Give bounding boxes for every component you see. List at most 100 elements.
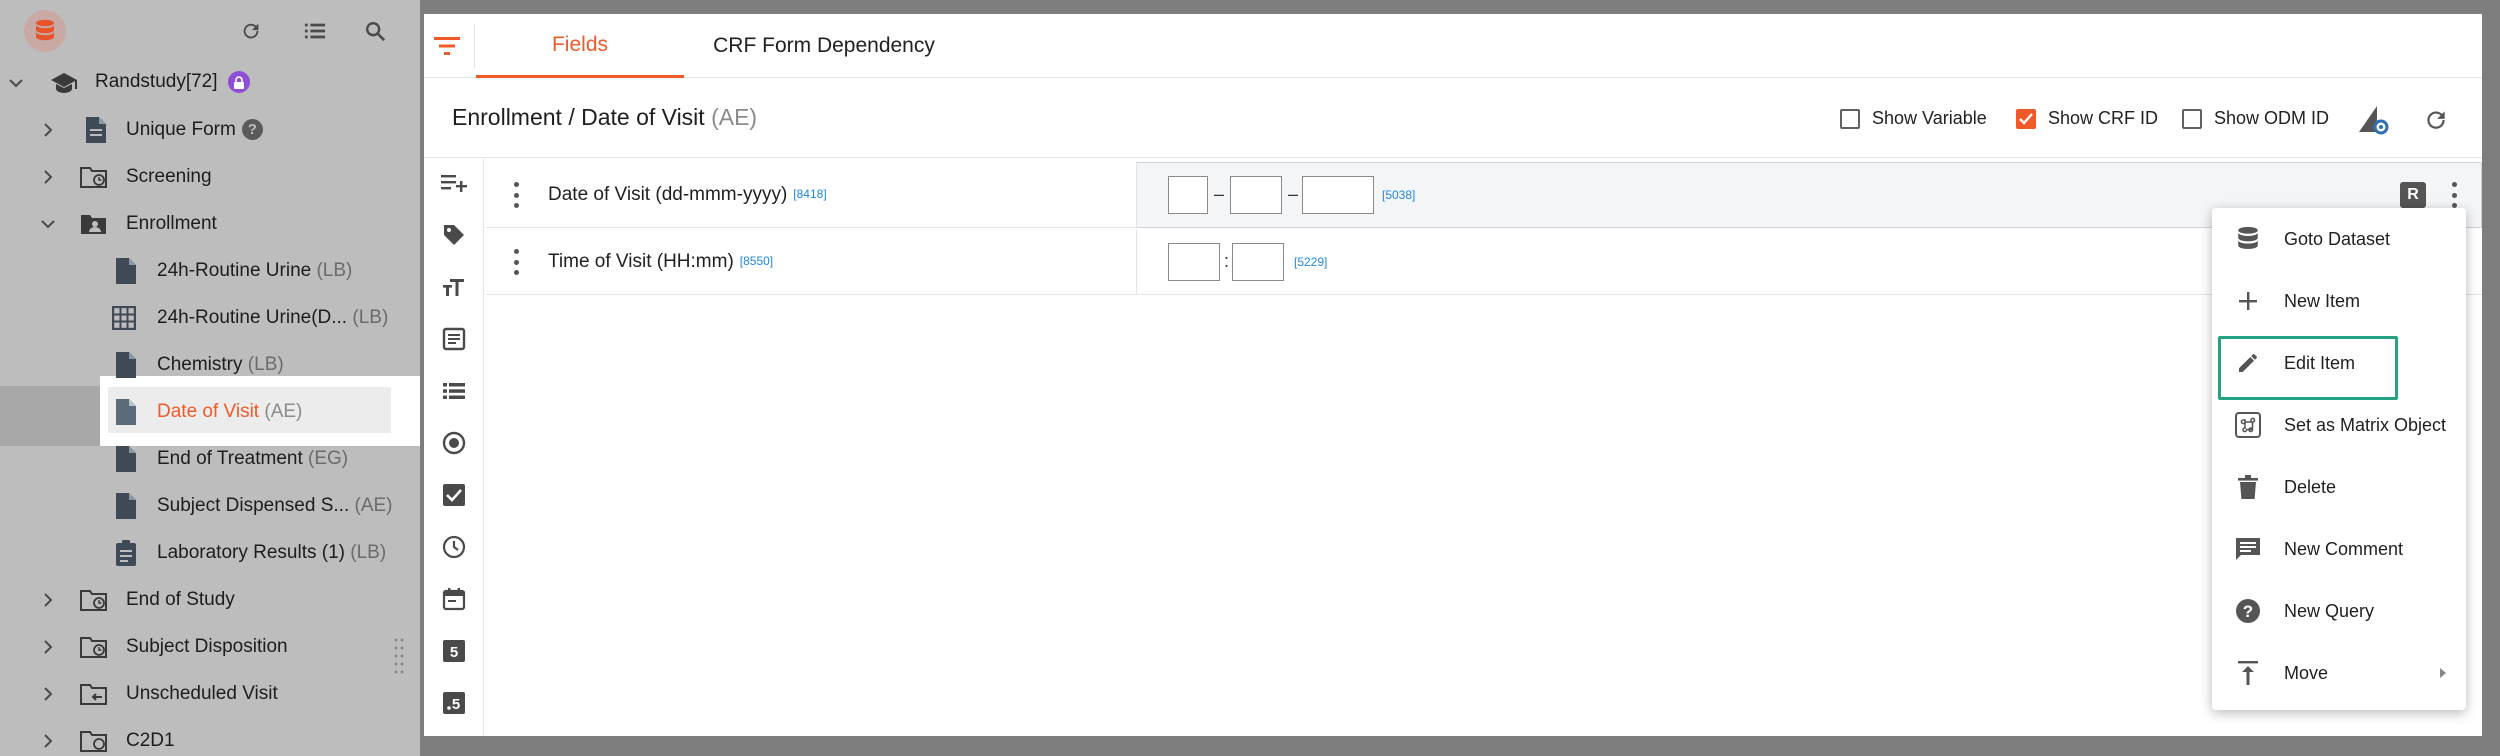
menu-item-set-as-matrix-object[interactable]: Set as Matrix Object: [2212, 394, 2466, 456]
comment-icon: [2232, 533, 2264, 565]
checkbox-label: Show ODM ID: [2214, 108, 2330, 128]
tab-crf-form-dependency[interactable]: CRF Form Dependency: [684, 14, 964, 78]
checkbox-checked-icon[interactable]: [2016, 108, 2036, 129]
search-icon[interactable]: [360, 16, 390, 46]
tree-item-label: Unique Form: [126, 118, 236, 140]
crf-id: [8550]: [739, 254, 774, 268]
kebab-icon[interactable]: [506, 182, 526, 208]
chevron-right-icon[interactable]: [38, 684, 58, 704]
show-variable-checkbox[interactable]: Show Variable: [1840, 108, 1987, 129]
tree-item-24h-routine-urine-d[interactable]: 24h-Routine Urine(D... (LB): [0, 294, 420, 341]
tree-item-laboratory-results[interactable]: Laboratory Results (1) (LB): [0, 529, 420, 576]
domain-suffix: (AE): [354, 494, 393, 516]
tree-item-enrollment[interactable]: Enrollment: [0, 200, 420, 247]
tree-item-label: Subject Dispensed S...: [157, 494, 350, 516]
chevron-right-icon[interactable]: [38, 120, 58, 140]
tree-item-24h-routine-urine[interactable]: 24h-Routine Urine (LB): [0, 247, 420, 294]
kebab-icon[interactable]: [2444, 182, 2464, 208]
domain-suffix: (LB): [350, 541, 387, 563]
chevron-down-icon[interactable]: [6, 73, 26, 93]
tree-study-root[interactable]: Randstudy[72]: [0, 59, 420, 106]
folder-clock-icon: [80, 727, 108, 755]
date-separator: –: [1288, 184, 1299, 204]
add-list-icon[interactable]: [438, 167, 470, 199]
item-label: Time of Visit (HH:mm) [8550]: [548, 251, 773, 273]
hour-input[interactable]: [1168, 243, 1220, 281]
text-size-icon[interactable]: [438, 271, 470, 303]
refresh-icon[interactable]: [236, 16, 266, 46]
menu-item-new-comment[interactable]: New Comment: [2212, 518, 2466, 580]
refresh-icon[interactable]: [2416, 100, 2456, 140]
checkbox-label: Show Variable: [1872, 108, 1987, 128]
table-row[interactable]: Time of Visit (HH:mm) [8550] : [5229]: [486, 229, 2482, 295]
tree-item-c2d1[interactable]: C2D1: [0, 717, 420, 756]
chevron-right-icon[interactable]: [38, 167, 58, 187]
input-id: [5229]: [1294, 255, 1328, 269]
folder-clock-icon: [80, 586, 108, 614]
tree-item-label: Chemistry: [157, 353, 243, 375]
menu-item-goto-dataset[interactable]: Goto Dataset: [2212, 208, 2466, 270]
radio-icon[interactable]: [438, 427, 470, 459]
form-header: Enrollment / Date of Visit (AE) Show Var…: [424, 78, 2482, 158]
form-settings-icon[interactable]: [2354, 100, 2394, 140]
table-row[interactable]: Date of Visit (dd-mmm-yyyy) [8418] – – [5…: [486, 162, 2482, 228]
checkbox-icon[interactable]: [438, 479, 470, 511]
year-input[interactable]: [1302, 176, 1374, 214]
tree-item-screening[interactable]: Screening: [0, 153, 420, 200]
tree-item-date-of-visit[interactable]: Date of Visit (AE): [0, 388, 420, 435]
kebab-icon[interactable]: [506, 249, 526, 275]
input-id: [5038]: [1382, 188, 1416, 202]
checkbox-icon[interactable]: [1840, 108, 1860, 129]
show-odm-id-checkbox[interactable]: Show ODM ID: [2182, 108, 2329, 129]
chevron-right-icon[interactable]: [38, 590, 58, 610]
chevron-right-icon[interactable]: [38, 731, 58, 751]
tree-item-label: C2D1: [126, 729, 175, 751]
list-icon[interactable]: [438, 375, 470, 407]
tree-item-end-of-treatment[interactable]: End of Treatment (EG): [0, 435, 420, 482]
sidebar-toolbar: [0, 0, 420, 62]
calendar-icon[interactable]: [438, 583, 470, 615]
main-panel: Fields CRF Form Dependency Enrollment / …: [424, 14, 2482, 736]
day-input[interactable]: [1168, 176, 1208, 214]
svg-text:?: ?: [2243, 602, 2253, 621]
menu-item-new-item[interactable]: New Item: [2212, 270, 2466, 332]
form-icon[interactable]: [438, 323, 470, 355]
help-icon[interactable]: ?: [241, 118, 263, 140]
tree-item-subject-dispensed[interactable]: Subject Dispensed S... (AE): [0, 482, 420, 529]
domain-suffix: (LB): [316, 259, 353, 281]
item-label: Date of Visit (dd-mmm-yyyy) [8418]: [548, 184, 827, 206]
checkbox-icon[interactable]: [2182, 108, 2202, 129]
month-input[interactable]: [1230, 176, 1282, 214]
menu-item-new-query[interactable]: ? New Query: [2212, 580, 2466, 642]
filter-icon[interactable]: [434, 36, 464, 58]
number-icon[interactable]: 5: [438, 635, 470, 667]
chevron-right-icon[interactable]: [38, 637, 58, 657]
school-icon: [50, 69, 78, 97]
tree-item-unscheduled-visit[interactable]: Unscheduled Visit: [0, 670, 420, 717]
tag-icon[interactable]: [438, 219, 470, 251]
menu-item-label: New Comment: [2284, 538, 2404, 559]
decimal-icon[interactable]: 5: [438, 687, 470, 719]
domain-suffix: (AE): [264, 400, 303, 422]
database-icon[interactable]: [24, 10, 66, 52]
menu-item-delete[interactable]: Delete: [2212, 456, 2466, 518]
database-icon: [2232, 223, 2264, 255]
clock-icon[interactable]: [438, 531, 470, 563]
document-icon: [112, 445, 140, 473]
tree-item-subject-disposition[interactable]: Subject Disposition: [0, 623, 420, 670]
lock-icon: [227, 71, 250, 94]
show-crf-id-checkbox[interactable]: Show CRF ID: [2016, 108, 2158, 129]
tab-fields[interactable]: Fields: [476, 14, 684, 78]
tree-item-unique-form[interactable]: Unique Form?: [0, 106, 420, 153]
list-icon[interactable]: [300, 16, 330, 46]
resize-handle[interactable]: [394, 636, 404, 682]
menu-item-label: New Item: [2284, 290, 2361, 311]
menu-item-move[interactable]: Move: [2212, 642, 2466, 704]
tree-item-end-of-study[interactable]: End of Study: [0, 576, 420, 623]
context-menu: Goto Dataset New Item Edit Item Set as M…: [2212, 208, 2466, 710]
menu-item-label: Move: [2284, 662, 2329, 683]
chevron-down-icon[interactable]: [38, 214, 58, 234]
minute-input[interactable]: [1232, 243, 1284, 281]
tree-item-chemistry[interactable]: Chemistry (LB): [0, 341, 420, 388]
menu-item-label: New Query: [2284, 600, 2375, 621]
